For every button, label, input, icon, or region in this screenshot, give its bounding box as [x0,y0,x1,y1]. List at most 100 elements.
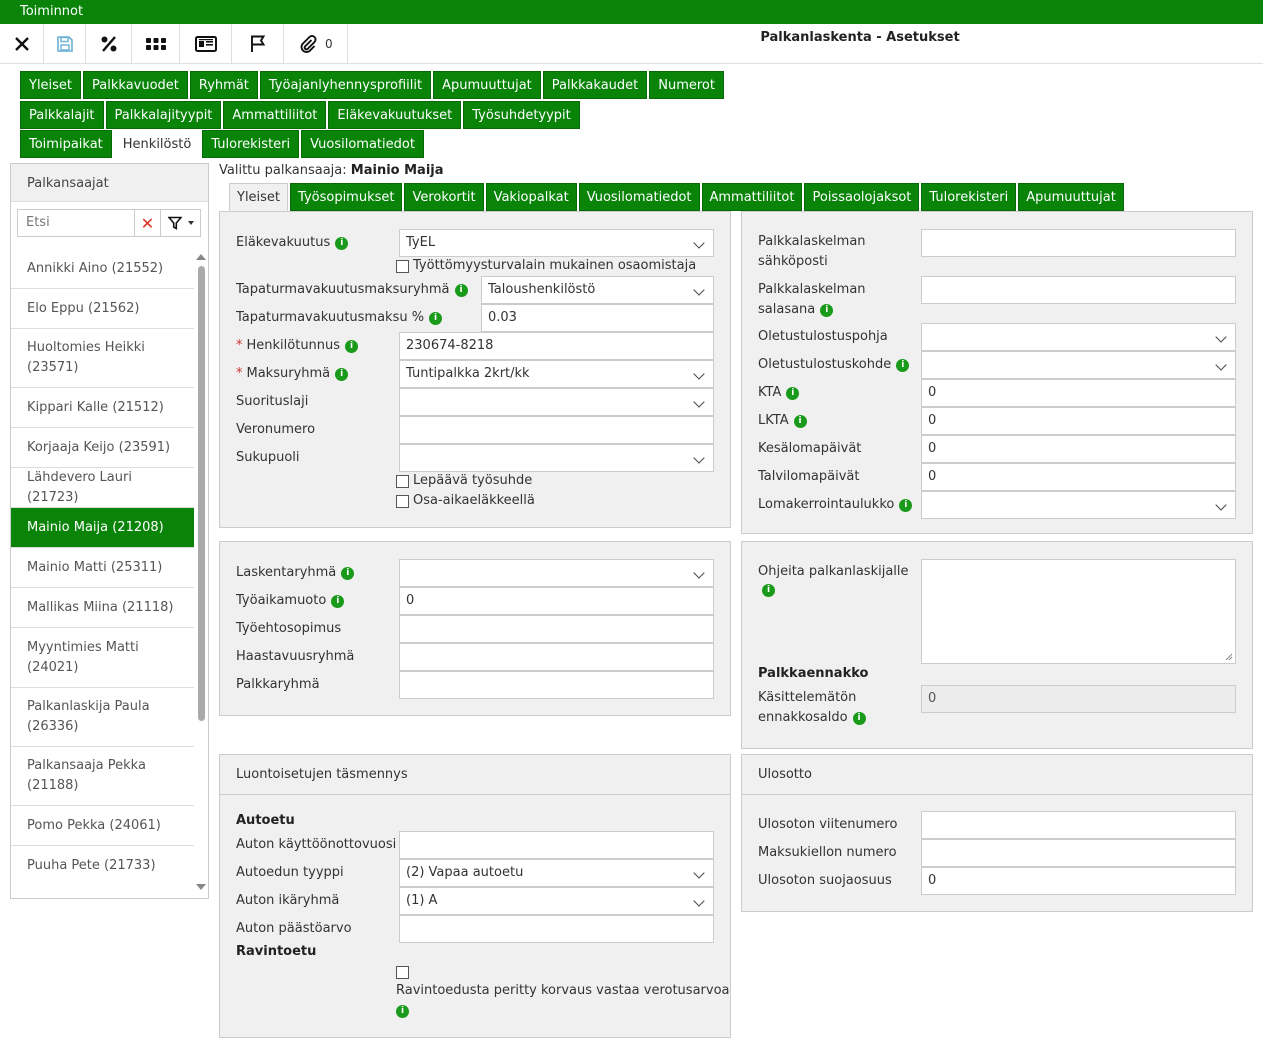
tab-yleiset[interactable]: Yleiset [229,183,289,211]
calc-group-select[interactable] [399,559,714,587]
nav-ryhmat[interactable]: Ryhmät [189,71,258,99]
instructions-textarea[interactable] [921,559,1236,664]
winter-holiday-input[interactable]: 0 [921,463,1236,491]
ssn-input[interactable]: 230674-8218 [399,332,714,360]
nav-tyoajanlyhennysprofiilit[interactable]: Työajanlyhennysprofiilit [259,71,432,99]
tab-tyosopimukset[interactable]: Työsopimukset [290,183,403,211]
lkta-input[interactable]: 0 [921,407,1236,435]
tab-vakiopalkat[interactable]: Vakiopalkat [485,183,577,211]
nav-numerot[interactable]: Numerot [649,71,724,99]
info-icon[interactable]: i [786,387,800,400]
nav-ammattiliitot[interactable]: Ammattiliitot [223,101,327,129]
difficulty-group-input[interactable] [399,643,714,671]
nav-vuosilomatiedot[interactable]: Vuosilomatiedot [301,130,424,158]
info-icon[interactable]: i [341,567,355,580]
info-icon[interactable]: i [335,368,349,381]
employee-item[interactable]: Huoltomies Heikki (23571) [11,329,194,388]
employee-item[interactable]: Annikki Aino (21552) [11,249,194,289]
resize-handle-icon[interactable] [1225,653,1233,661]
nav-palkkalajit[interactable]: Palkkalajit [20,101,104,129]
id-card-button[interactable] [180,24,232,64]
payment-ban-input[interactable] [921,839,1236,867]
summer-holiday-input[interactable]: 0 [921,435,1236,463]
employee-item[interactable]: Pomo Pekka (24061) [11,806,194,846]
info-icon[interactable]: i [820,304,834,317]
info-icon[interactable]: i [793,415,807,428]
nav-tulorekisteri[interactable]: Tulorekisteri [202,130,300,158]
working-time-input[interactable]: 0 [399,587,714,615]
info-icon[interactable]: i [896,359,910,372]
scroll-up-icon[interactable] [196,254,206,260]
clear-search-button[interactable]: ✕ [135,209,161,237]
info-icon[interactable]: i [852,712,866,725]
payslip-email-input[interactable] [921,229,1236,257]
gender-select[interactable] [399,444,714,472]
tab-apumuuttujat[interactable]: Apumuuttujat [1018,183,1124,211]
employee-item[interactable]: Myyntimies Matti (24021) [11,628,194,688]
scroll-down-icon[interactable] [196,884,206,890]
pension-select[interactable]: TyEL [399,229,714,257]
print-template-select[interactable] [921,323,1236,351]
holiday-coeff-select[interactable] [921,491,1236,519]
scrollbar-thumb[interactable] [198,266,205,721]
accident-group-select[interactable]: Taloushenkilöstö [481,276,714,304]
protected-share-input[interactable]: 0 [921,867,1236,895]
employee-item[interactable]: Elo Eppu (21562) [11,289,194,329]
tab-ammattiliitot[interactable]: Ammattiliitot [701,183,803,211]
nav-henkilosto[interactable]: Henkilöstö [113,130,201,158]
car-year-input[interactable] [399,831,714,859]
nav-apumuuttujat[interactable]: Apumuuttujat [433,71,541,99]
employee-item-selected[interactable]: Mainio Maija (21208) [11,508,194,548]
payment-type-select[interactable] [399,388,714,416]
nav-elakevakuutukset[interactable]: Eläkevakuutukset [328,101,462,129]
close-button[interactable] [0,24,44,64]
info-icon[interactable]: i [899,499,913,512]
nav-palkkalajityypit[interactable]: Palkkalajityypit [105,101,222,129]
save-button[interactable] [44,24,86,64]
dormant-employment-checkbox[interactable] [396,475,409,488]
actions-menu[interactable]: Toiminnot [0,0,1263,24]
nav-palkkakaudet[interactable]: Palkkakaudet [542,71,648,99]
attachments-button[interactable]: 0 [284,24,348,64]
info-icon[interactable]: i [762,584,775,597]
nav-palkkavuodet[interactable]: Palkkavuodet [83,71,188,99]
info-icon[interactable]: i [335,237,349,250]
info-icon[interactable]: i [454,284,468,297]
agreement-input[interactable] [399,615,714,643]
nav-toimipaikat[interactable]: Toimipaikat [20,130,112,158]
employee-item[interactable]: Lähdevero Lauri (21723) [11,468,194,508]
tab-tulorekisteri[interactable]: Tulorekisteri [921,183,1017,211]
employee-item[interactable]: Palkanlaskija Paula (26336) [11,688,194,747]
employee-item[interactable]: Puuha Pete (21733) [11,846,194,884]
part-time-pension-checkbox[interactable] [396,495,409,508]
nav-yleiset[interactable]: Yleiset [20,71,82,99]
tab-verokortit[interactable]: Verokortit [404,183,484,211]
tab-poissaolojaksot[interactable]: Poissaolojaksot [804,183,920,211]
info-icon[interactable]: i [396,1005,409,1018]
car-age-select[interactable]: (1) A [399,887,714,915]
employee-item[interactable]: Mainio Matti (25311) [11,548,194,588]
car-type-select[interactable]: (2) Vapaa autoetu [399,859,714,887]
info-icon[interactable]: i [345,340,359,353]
tax-number-input[interactable] [399,416,714,444]
employee-item[interactable]: Kippari Kalle (21512) [11,388,194,428]
employee-item[interactable]: Palkansaaja Pekka (21188) [11,747,194,806]
kta-input[interactable]: 0 [921,379,1236,407]
nav-tyosuhdetyypit[interactable]: Työsuhdetyypit [463,101,580,129]
employee-search-input[interactable]: Etsi [17,209,135,237]
employee-item[interactable]: Korjaaja Keijo (23591) [11,428,194,468]
accident-fee-input[interactable]: 0.03 [481,304,714,332]
employee-list-scrollbar[interactable] [196,252,206,892]
filter-button[interactable] [161,209,201,237]
tab-vuosilomatiedot[interactable]: Vuosilomatiedot [578,183,700,211]
unemployment-checkbox[interactable] [396,260,409,273]
info-icon[interactable]: i [331,595,345,608]
payment-group-select[interactable]: Tuntipalkka 2krt/kk [399,360,714,388]
print-target-select[interactable] [921,351,1236,379]
employee-item[interactable]: Mallikas Miina (21118) [11,588,194,628]
car-emission-input[interactable] [399,915,714,943]
garnishment-ref-input[interactable] [921,811,1236,839]
meal-benefit-checkbox[interactable] [396,966,409,979]
pay-group-input[interactable] [399,671,714,699]
info-icon[interactable]: i [429,312,443,325]
